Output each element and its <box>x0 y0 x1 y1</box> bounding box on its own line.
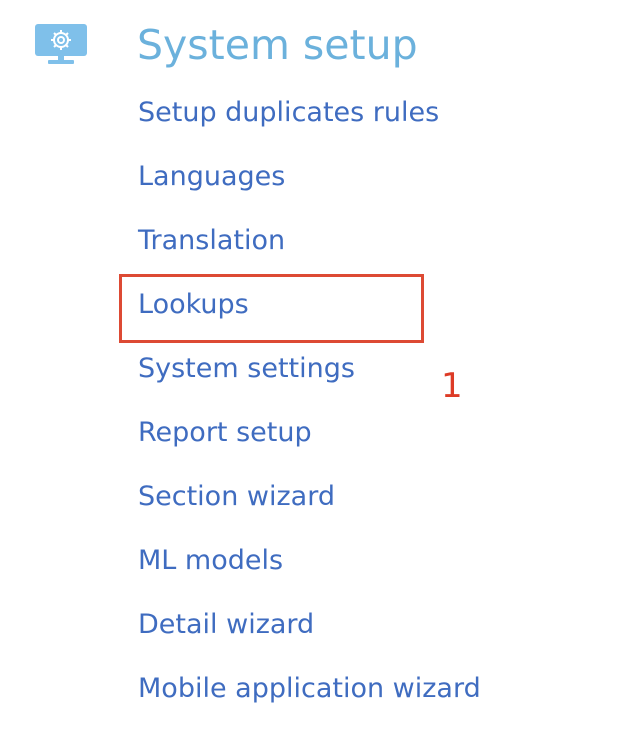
menu-item-mobile-application-wizard[interactable]: Mobile application wizard <box>0 657 640 721</box>
menu-item-lookups[interactable]: Lookups <box>0 273 640 337</box>
step-number-annotation: 1 <box>441 366 463 406</box>
menu-item-languages[interactable]: Languages <box>0 145 640 209</box>
monitor-gear-icon <box>34 24 88 66</box>
menu-item-ml-models[interactable]: ML models <box>0 529 640 593</box>
menu-item-translation[interactable]: Translation <box>0 209 640 273</box>
section-title: System setup <box>137 21 418 69</box>
menu-item-report-setup[interactable]: Report setup <box>0 401 640 465</box>
menu-item-setup-duplicates-rules[interactable]: Setup duplicates rules <box>0 81 640 145</box>
menu-item-system-settings[interactable]: System settings <box>0 337 640 401</box>
system-setup-menu: Setup duplicates rules Languages Transla… <box>0 81 640 721</box>
menu-item-detail-wizard[interactable]: Detail wizard <box>0 593 640 657</box>
menu-item-section-wizard[interactable]: Section wizard <box>0 465 640 529</box>
